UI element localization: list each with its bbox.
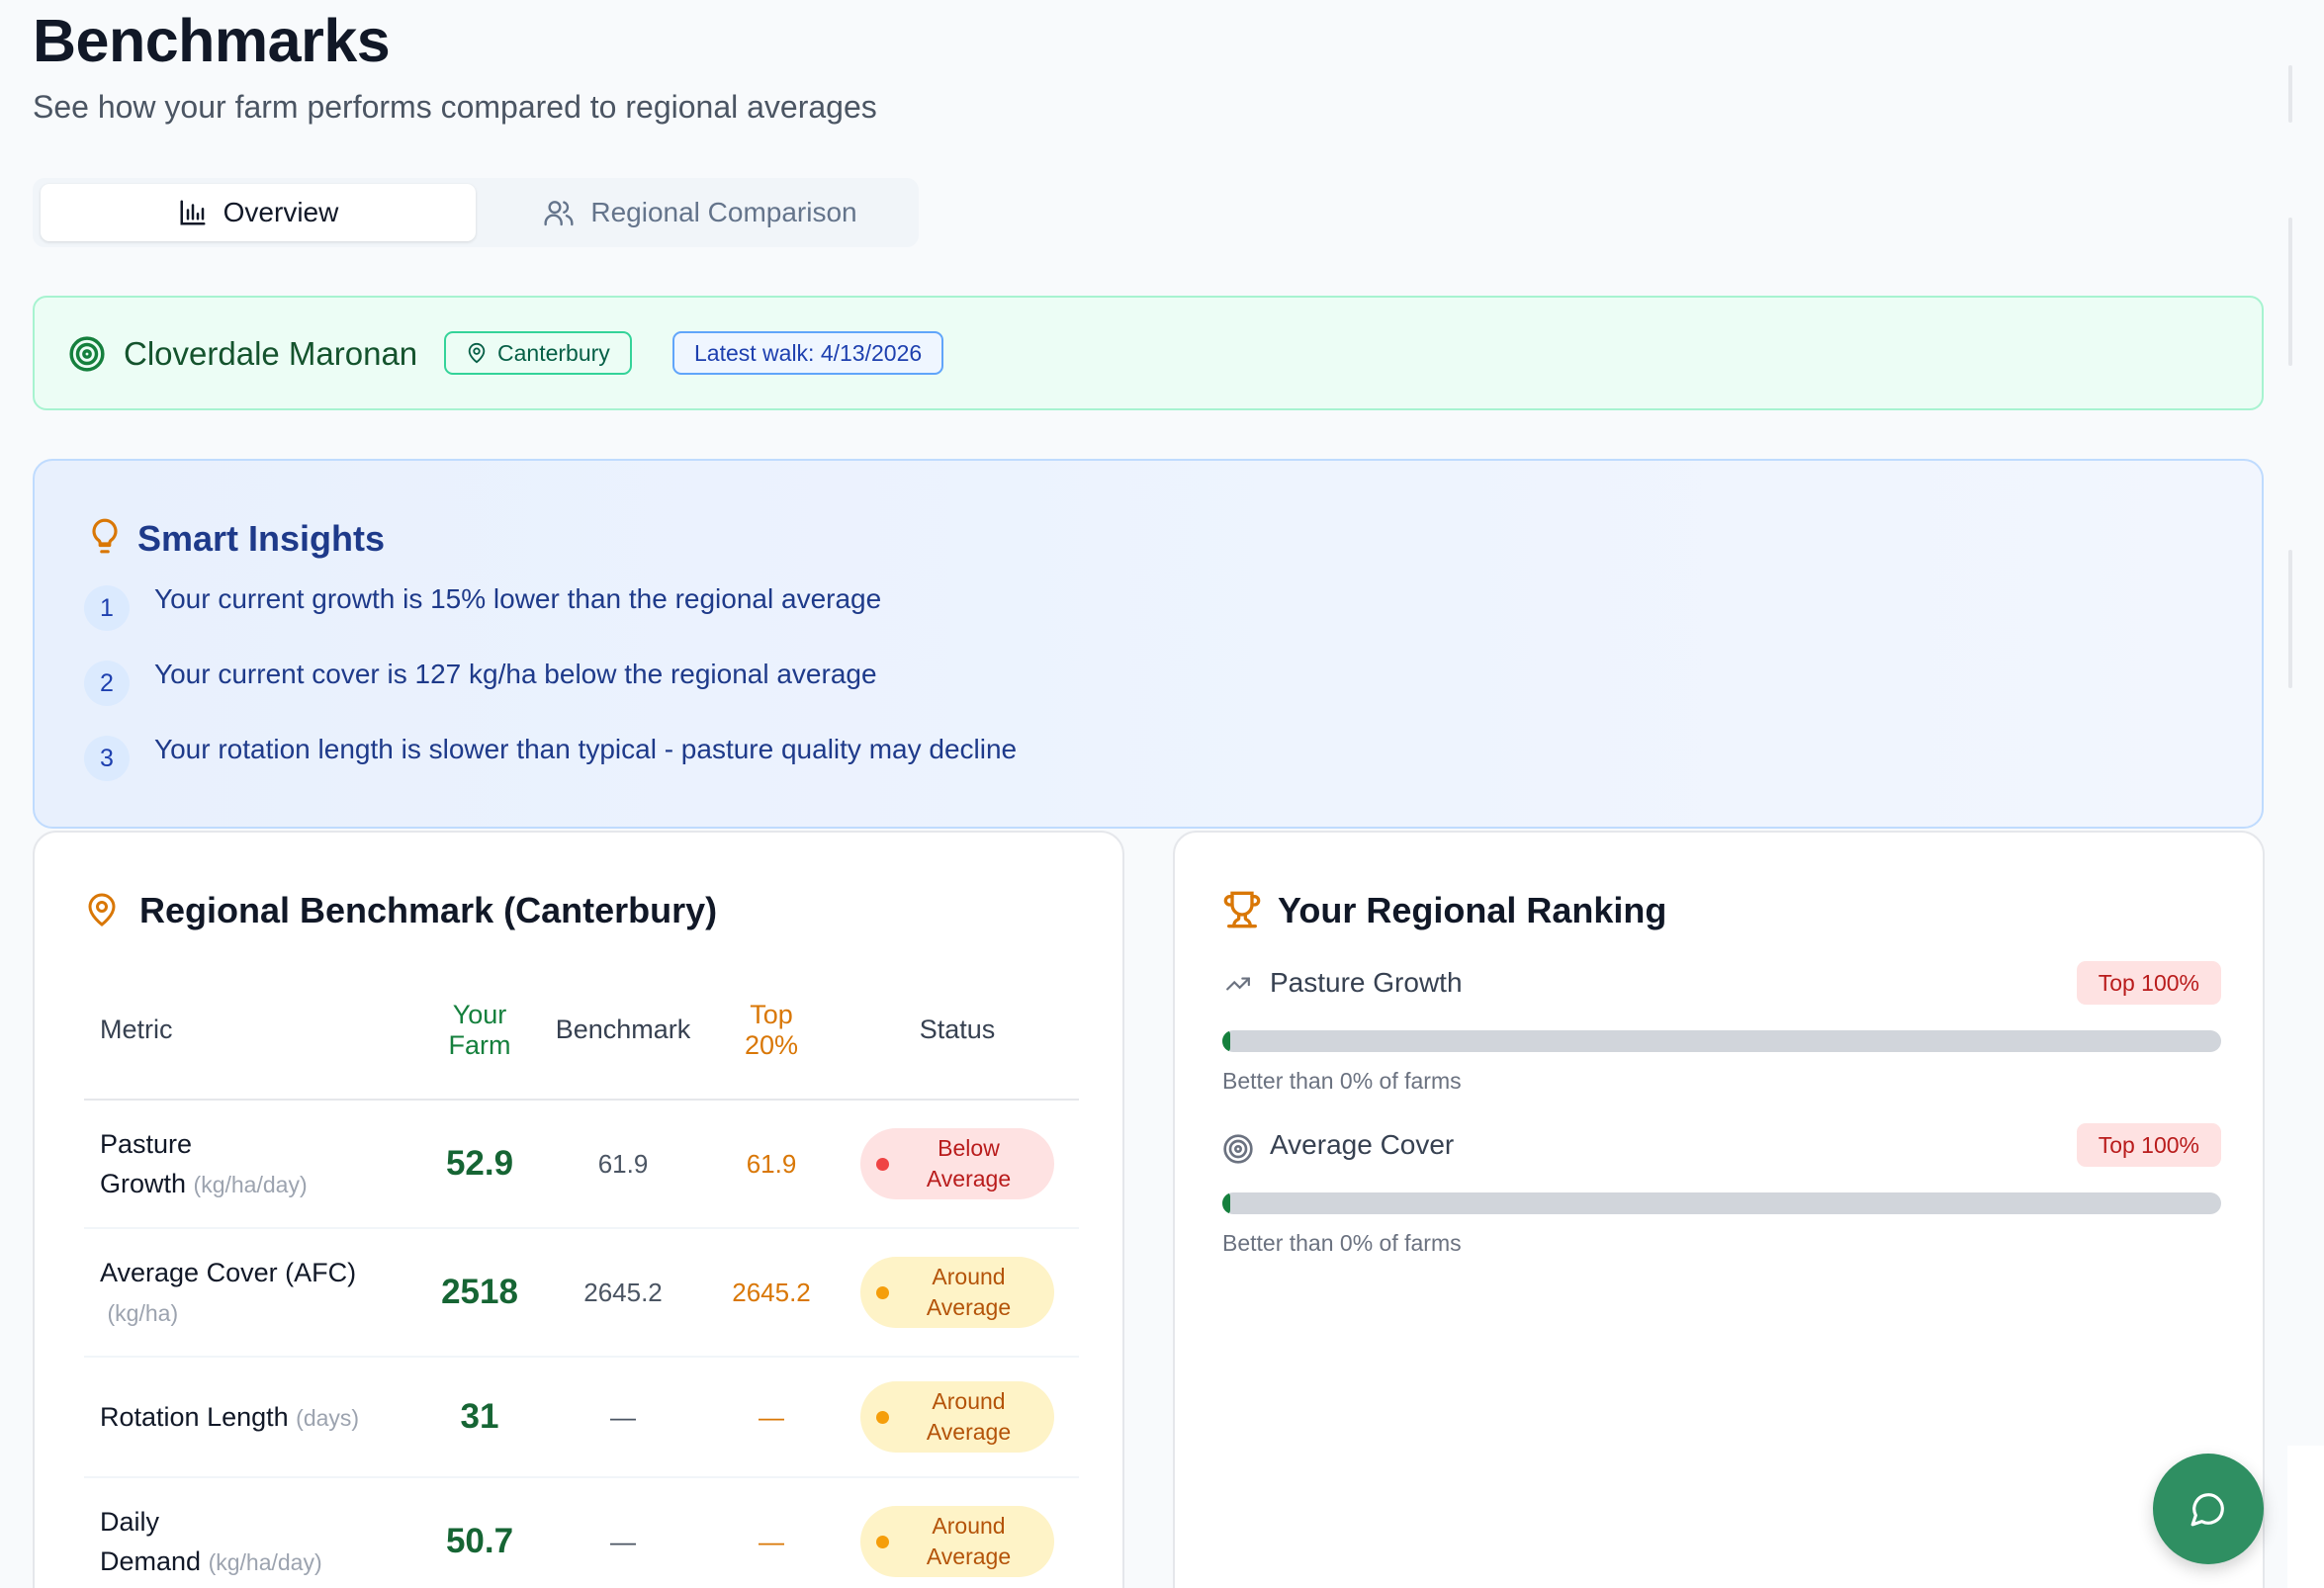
tab-list: Overview Regional Comparison [33,178,919,247]
message-circle-icon [2190,1493,2224,1527]
table-header-row: Metric Your Farm Benchmark Top 20% Status [84,961,1079,1101]
column-header-status: Status [836,961,1079,1101]
table-row: Average Cover (AFC) (kg/ha) 2518 2645.2 … [84,1228,1079,1358]
bar-chart-icon [180,200,206,225]
latest-walk-label: Latest walk: 4/13/2026 [694,339,923,366]
table-row: Rotation Length (days) 31 — — Around Aver… [84,1357,1079,1478]
ranking-badge: Top 100% [2076,1123,2221,1167]
regional-ranking-title: Your Regional Ranking [1278,890,1667,930]
farm-banner: Cloverdale Maronan Canterbury Latest wal… [33,296,2264,410]
region-badge: Canterbury [444,331,632,375]
table-row: Daily Demand (kg/ha/day) 50.7 — — Around A… [84,1477,1079,1588]
scroll-edge-mark [2288,550,2292,688]
regional-ranking-card: Your Regional Ranking Pasture Growth Top… [1173,831,2265,1588]
regional-benchmark-title: Regional Benchmark (Canterbury) [139,890,718,930]
tab-overview-label: Overview [223,197,339,227]
ranking-label: Pasture Growth [1270,967,1463,998]
status-badge: Around Average [860,1257,1054,1328]
insight-number: 3 [84,736,130,781]
insight-text: Your rotation length is slower than typi… [154,734,1018,764]
map-pin-icon [468,342,486,364]
farm-name: Cloverdale Maronan [124,335,418,372]
fab-backdrop [2287,1446,2324,1588]
smart-insights-title: Smart Insights [137,518,386,559]
ranking-progress-bar [1222,1030,2221,1052]
page-title: Benchmarks [33,7,391,74]
tab-overview[interactable]: Overview [41,184,476,241]
status-badge: Around Average [860,1381,1054,1453]
ranking-label: Average Cover [1270,1129,1455,1160]
trophy-icon [1223,891,1261,928]
insight-number: 2 [84,661,130,706]
insight-text: Your current growth is 15% lower than th… [154,583,882,614]
ranking-progress-fill [1222,1030,1230,1052]
ranking-progress-fill [1222,1192,1230,1214]
lightbulb-icon [92,518,118,554]
column-header-top-20: Top 20% [707,961,836,1101]
tab-regional-comparison[interactable]: Regional Comparison [488,184,913,241]
users-icon [544,201,574,226]
insight-number: 1 [84,585,130,631]
regional-benchmark-card: Regional Benchmark (Canterbury) Metric Y… [33,831,1124,1588]
ranking-progress-bar [1222,1192,2221,1214]
ranking-badge: Top 100% [2076,961,2221,1005]
scroll-edge-mark [2288,65,2292,123]
your-farm-value: 2518 [420,1228,539,1358]
region-badge-label: Canterbury [497,339,610,366]
tab-regional-label: Regional Comparison [590,197,857,227]
metric-cell: Pasture Growth (kg/ha/day) [84,1100,420,1229]
latest-walk-badge: Latest walk: 4/13/2026 [672,331,944,375]
top-20-value: 61.9 [707,1100,836,1229]
ranking-note: Better than 0% of farms [1222,1068,1462,1094]
benchmark-value: — [539,1477,707,1588]
metric-cell: Rotation Length (days) [84,1357,420,1478]
ranking-note: Better than 0% of farms [1222,1230,1462,1256]
benchmark-table: Metric Your Farm Benchmark Top 20% Status … [84,961,1079,1588]
map-pin-icon [88,893,116,926]
trending-up-icon [1226,977,1250,991]
column-header-your-farm: Your Farm [420,961,539,1101]
scroll-edge-mark [2288,218,2292,366]
your-farm-value: 31 [420,1357,539,1478]
table-row: Pasture Growth (kg/ha/day) 52.9 61.9 61.9… [84,1100,1079,1229]
metric-cell: Daily Demand (kg/ha/day) [84,1477,420,1588]
top-20-value: — [707,1477,836,1588]
ranking-item-average-cover: Average Cover Top 100% Better than 0% of… [1222,1123,2221,1281]
column-header-metric: Metric [84,961,420,1101]
benchmark-value: — [539,1357,707,1478]
smart-insights-panel: Smart Insights 1 Your current growth is … [33,459,2264,829]
chat-button[interactable] [2153,1454,2264,1564]
target-icon [1223,1134,1253,1164]
benchmark-value: 2645.2 [539,1228,707,1358]
top-20-value: — [707,1357,836,1478]
benchmark-value: 61.9 [539,1100,707,1229]
your-farm-value: 50.7 [420,1477,539,1588]
metric-cell: Average Cover (AFC) (kg/ha) [84,1228,420,1358]
ranking-item-pasture-growth: Pasture Growth Top 100% Better than 0% o… [1222,961,2221,1119]
column-header-benchmark: Benchmark [539,961,707,1101]
your-farm-value: 52.9 [420,1100,539,1229]
target-icon [69,336,105,372]
insight-text: Your current cover is 127 kg/ha below th… [154,659,877,689]
page-subtitle: See how your farm performs compared to r… [33,89,877,125]
status-badge: Below Average [860,1128,1054,1199]
status-badge: Around Average [860,1506,1054,1577]
top-20-value: 2645.2 [707,1228,836,1358]
